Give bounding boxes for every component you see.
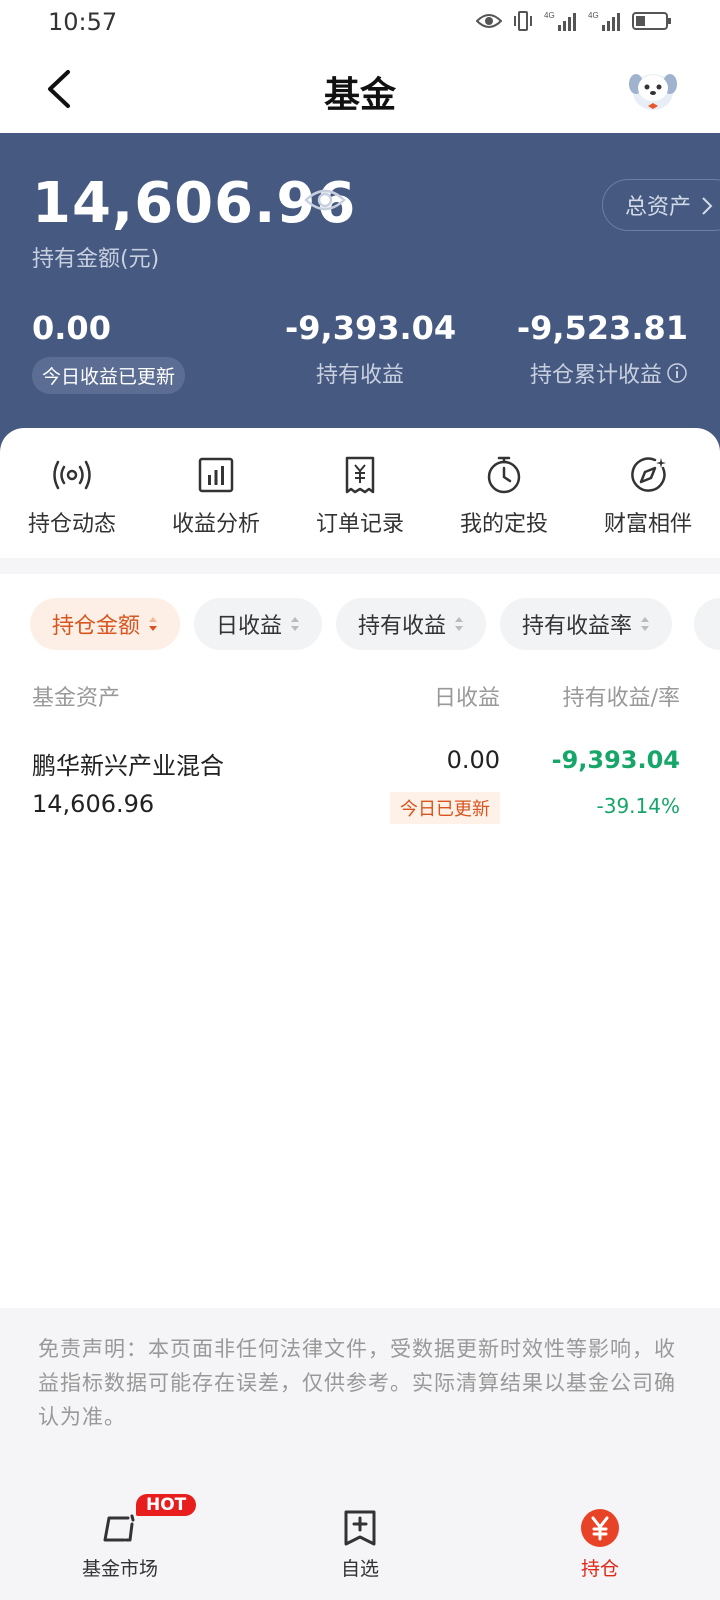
- eye-toggle-icon[interactable]: [304, 185, 346, 215]
- signal-icon-2: 4G: [588, 10, 622, 32]
- action-wealth-companion[interactable]: 财富相伴: [576, 454, 720, 538]
- sort-chip-holding-amount[interactable]: 持仓金额: [30, 598, 181, 650]
- nav-fund-market[interactable]: HOT 基金市场: [30, 1494, 210, 1581]
- nav-label: 持仓: [580, 1558, 619, 1580]
- chip-label: 日收益: [216, 614, 283, 639]
- signal-icon: 4G: [544, 10, 578, 32]
- status-time: 10:57: [48, 8, 118, 36]
- cumulative-profit-label: 持仓累计收益: [529, 363, 662, 388]
- receipt-icon: [345, 456, 375, 494]
- total-assets-label: 总资产: [624, 195, 691, 220]
- sort-icon: [455, 617, 464, 631]
- mascot-avatar-icon[interactable]: [626, 62, 680, 116]
- fund-holding-rate: -39.14%: [596, 794, 680, 818]
- cumulative-profit-value: -9,523.81: [516, 309, 688, 347]
- nav-holdings[interactable]: 持仓: [510, 1508, 690, 1581]
- chevron-right-icon: [702, 197, 713, 215]
- total-assets-button[interactable]: 总资产: [601, 179, 720, 231]
- cumulative-profit-stat: -9,523.81 持仓累计收益: [517, 309, 688, 390]
- sort-chip-holding-profit[interactable]: 持有收益: [336, 598, 487, 650]
- nav-label: 自选: [340, 1558, 379, 1580]
- compass-icon: [631, 457, 666, 492]
- sort-chip-overflow[interactable]: [694, 598, 720, 650]
- status-bar: 10:57 4G 4G: [0, 0, 720, 44]
- fund-daily-profit: 0.00: [446, 746, 500, 774]
- today-profit-value: 0.00: [32, 309, 111, 347]
- disclaimer: 免责声明：本页面非任何法律文件，受数据更新时效性等影响，收益指标数据可能存在误差…: [0, 1308, 720, 1498]
- bar-chart-icon: [198, 457, 234, 493]
- action-label: 财富相伴: [603, 512, 692, 537]
- quick-actions: 持仓动态 收益分析 订单记录 我的定投 财富相伴: [0, 428, 720, 558]
- sort-chip-daily-profit[interactable]: 日收益: [194, 598, 323, 650]
- column-daily-profit: 日收益: [433, 686, 500, 711]
- eye-status-icon: [476, 12, 502, 30]
- status-icons: 4G 4G: [476, 10, 672, 32]
- market-icon: [103, 1514, 135, 1542]
- page-title: 基金: [323, 75, 396, 116]
- timer-icon: [487, 456, 521, 494]
- sort-icon: [641, 617, 650, 631]
- fund-holding-profit: -9,393.04: [551, 746, 680, 774]
- chip-label: 持有收益: [358, 614, 447, 639]
- column-fund-assets: 基金资产: [32, 686, 121, 711]
- vibrate-icon: [512, 10, 534, 32]
- battery-icon: [632, 10, 672, 32]
- action-holding-dynamics[interactable]: 持仓动态: [0, 454, 144, 538]
- sort-icon: [291, 617, 300, 631]
- today-updated-badge: 今日收益已更新: [32, 357, 186, 394]
- section-divider: [0, 558, 720, 574]
- info-icon[interactable]: [666, 362, 688, 390]
- fund-name: 鹏华新兴产业混合: [32, 752, 224, 780]
- action-label: 订单记录: [315, 512, 404, 537]
- hot-badge: HOT: [136, 1494, 197, 1516]
- holding-profit-label: 持有收益: [315, 363, 404, 388]
- action-my-investment-plan[interactable]: 我的定投: [432, 454, 576, 538]
- holding-profit-stat: -9,393.04 持有收益: [285, 309, 457, 389]
- action-label: 持仓动态: [27, 512, 116, 537]
- yuan-icon: [581, 1509, 619, 1547]
- holding-profit-value: -9,393.04: [285, 309, 457, 347]
- chip-label: 持仓金额: [52, 614, 141, 639]
- today-profit-stat: 0.00 今日收益已更新: [32, 309, 186, 394]
- header: 基金: [0, 44, 720, 134]
- sort-chip-holding-rate[interactable]: 持有收益率: [500, 598, 673, 650]
- holding-amount-label: 持有金额(元): [32, 247, 160, 272]
- action-label: 收益分析: [171, 512, 260, 537]
- bottom-nav: HOT 基金市场 自选 持仓: [0, 1490, 720, 1600]
- column-holding-profit-rate: 持有收益/率: [562, 686, 680, 711]
- bookmark-add-icon: [344, 1510, 376, 1546]
- svg-text:4G: 4G: [588, 11, 599, 20]
- action-profit-analysis[interactable]: 收益分析: [144, 454, 288, 538]
- broadcast-icon: [53, 460, 91, 490]
- chip-label: 持有收益率: [522, 614, 633, 639]
- table-row[interactable]: 鹏华新兴产业混合 14,606.96 0.00 今日已更新 -9,393.04 …: [0, 740, 720, 836]
- holding-summary: 14,606.96 持有金额(元) 总资产 0.00 今日收益已更新 -9,39…: [0, 133, 720, 453]
- nav-label: 基金市场: [81, 1558, 158, 1580]
- action-label: 我的定投: [459, 512, 548, 537]
- nav-watchlist[interactable]: 自选: [270, 1508, 450, 1581]
- action-order-records[interactable]: 订单记录: [288, 454, 432, 538]
- updated-badge: 今日已更新: [390, 792, 500, 824]
- svg-text:4G: 4G: [544, 11, 555, 20]
- sort-desc-icon: [149, 617, 158, 631]
- fund-amount: 14,606.96: [32, 790, 155, 818]
- sort-chips: 持仓金额 日收益 持有收益 持有收益率: [30, 598, 673, 650]
